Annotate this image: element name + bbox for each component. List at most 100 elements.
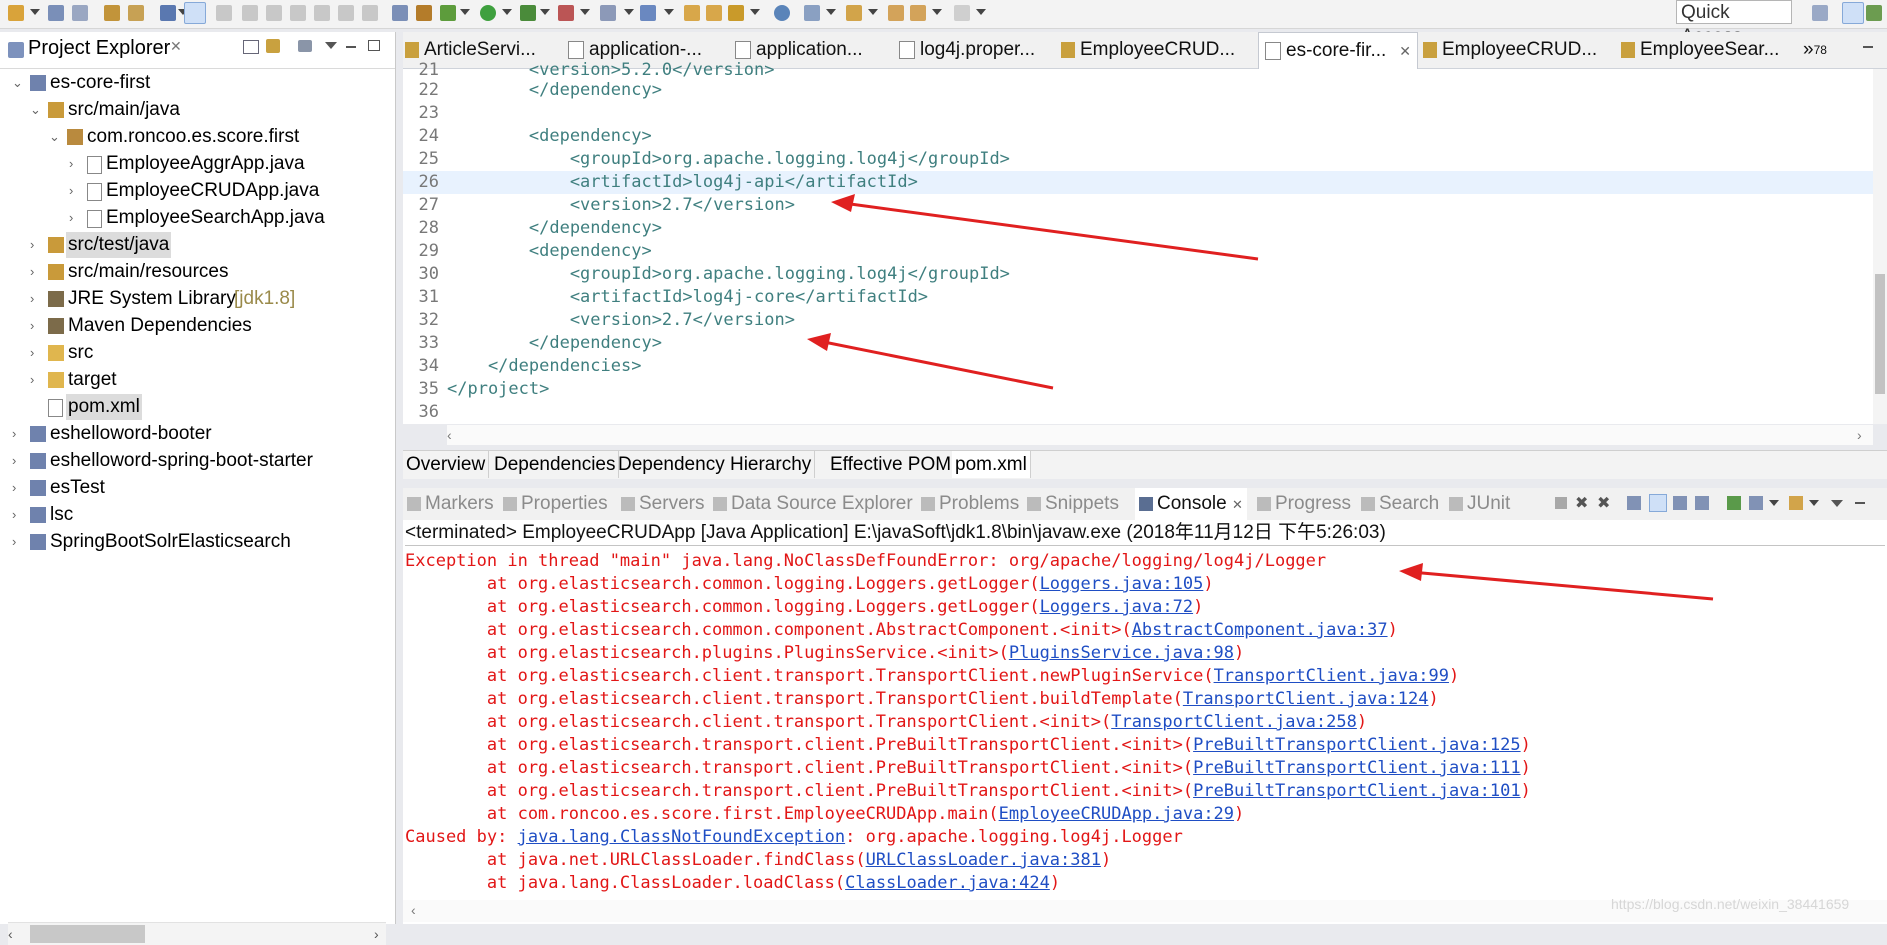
save-all-icon[interactable] bbox=[72, 5, 88, 21]
scroll-left-icon[interactable]: ‹ bbox=[8, 926, 13, 942]
focus-icon[interactable] bbox=[298, 40, 312, 52]
tab-servers[interactable]: Servers bbox=[621, 488, 704, 520]
scroll-left-icon[interactable]: ‹ bbox=[411, 902, 416, 918]
show-on-output-icon[interactable] bbox=[1695, 496, 1709, 510]
project-explorer-tab[interactable]: Project Explorer ✕ bbox=[0, 32, 395, 69]
suspend-icon[interactable] bbox=[242, 5, 258, 21]
tab-snippets[interactable]: Snippets bbox=[1027, 488, 1119, 520]
terminate-icon[interactable] bbox=[266, 5, 282, 21]
pen-dropdown-icon[interactable] bbox=[750, 9, 760, 15]
console-output[interactable]: <terminated> EmployeeCRUDApp [Java Appli… bbox=[403, 520, 1887, 924]
new-java-project-icon[interactable] bbox=[600, 5, 616, 21]
remove-launch-icon[interactable]: ✖ bbox=[1575, 493, 1588, 513]
collapse-all-icon[interactable] bbox=[243, 40, 259, 54]
external-dropdown-icon[interactable] bbox=[540, 9, 550, 15]
open-console-dropdown-icon[interactable] bbox=[1809, 500, 1819, 506]
globe-icon[interactable] bbox=[774, 5, 790, 21]
tab-markers[interactable]: Markers bbox=[407, 488, 494, 520]
scroll-thumb[interactable] bbox=[30, 925, 145, 943]
scroll-right-icon[interactable]: › bbox=[1857, 427, 1862, 443]
pom-tab-effective-pom[interactable]: Effective POM bbox=[827, 451, 956, 478]
console-icon[interactable] bbox=[160, 5, 176, 21]
next-annotation-icon[interactable] bbox=[804, 5, 820, 21]
resume-icon[interactable] bbox=[216, 5, 232, 21]
tab-progress[interactable]: Progress bbox=[1257, 488, 1351, 520]
pom-tab-dependency-hierarchy[interactable]: Dependency Hierarchy bbox=[615, 451, 816, 478]
prev-annotation-icon[interactable] bbox=[846, 5, 862, 21]
tab-data-source-explorer[interactable]: Data Source Explorer bbox=[713, 488, 913, 520]
use-step-filters-icon[interactable] bbox=[392, 5, 408, 21]
run-icon[interactable] bbox=[480, 5, 496, 21]
remove-all-icon[interactable]: ✖ bbox=[1597, 493, 1610, 513]
run-dropdown-icon[interactable] bbox=[502, 9, 512, 15]
open-file-icon[interactable] bbox=[706, 5, 722, 21]
open-type-icon[interactable] bbox=[104, 5, 120, 21]
tab-search[interactable]: Search bbox=[1361, 488, 1439, 520]
display-dropdown-icon[interactable] bbox=[1769, 500, 1779, 506]
quick-access-input[interactable]: Quick Access bbox=[1676, 0, 1792, 47]
expand-arrow-icon[interactable]: › bbox=[69, 178, 81, 204]
collapse-arrow-icon[interactable]: ⌄ bbox=[12, 70, 24, 96]
vertical-scrollbar[interactable] bbox=[1873, 69, 1887, 424]
scroll-thumb[interactable] bbox=[1875, 274, 1885, 394]
debug-dropdown-icon[interactable] bbox=[460, 9, 470, 15]
close-tab-icon[interactable]: ✕ bbox=[1232, 497, 1243, 512]
expand-arrow-icon[interactable]: › bbox=[69, 205, 81, 231]
disconnect-icon[interactable] bbox=[290, 5, 306, 21]
tab-problems[interactable]: Problems bbox=[921, 488, 1019, 520]
step-return-icon[interactable] bbox=[362, 5, 378, 21]
coverage-dropdown-icon[interactable] bbox=[580, 9, 590, 15]
expand-arrow-icon[interactable]: › bbox=[12, 448, 24, 474]
view-menu-icon[interactable] bbox=[325, 42, 337, 49]
save-icon[interactable] bbox=[48, 5, 64, 21]
open-perspective-icon[interactable] bbox=[1812, 5, 1828, 21]
step-over-icon[interactable] bbox=[338, 5, 354, 21]
run-external-icon[interactable] bbox=[520, 5, 536, 21]
java-perspective-icon[interactable] bbox=[1866, 5, 1882, 21]
new-class-icon[interactable] bbox=[640, 5, 656, 21]
scroll-right-icon[interactable]: › bbox=[374, 926, 379, 942]
expand-arrow-icon[interactable]: › bbox=[12, 529, 24, 555]
expand-arrow-icon[interactable]: › bbox=[30, 313, 42, 339]
pom-tab-overview[interactable]: Overview bbox=[403, 451, 490, 478]
back-icon[interactable] bbox=[910, 5, 926, 21]
expand-arrow-icon[interactable]: › bbox=[69, 151, 81, 177]
forward-icon[interactable] bbox=[954, 5, 970, 21]
prev-annotation-dropdown-icon[interactable] bbox=[868, 9, 878, 15]
tab-junit[interactable]: JUnit bbox=[1449, 488, 1510, 520]
expand-arrow-icon[interactable]: › bbox=[30, 286, 42, 312]
open-folder-icon[interactable] bbox=[684, 5, 700, 21]
step-into-icon[interactable] bbox=[314, 5, 330, 21]
horizontal-scrollbar[interactable]: ‹ › bbox=[447, 425, 1873, 445]
tab-console[interactable]: Console ✕ bbox=[1135, 488, 1247, 520]
coverage-icon[interactable] bbox=[558, 5, 574, 21]
open-resource-icon[interactable] bbox=[128, 5, 144, 21]
collapse-arrow-icon[interactable]: ⌄ bbox=[49, 124, 61, 150]
scroll-lock-icon[interactable] bbox=[1649, 494, 1667, 512]
word-wrap-icon[interactable] bbox=[1673, 496, 1687, 510]
display-console-icon[interactable] bbox=[1749, 496, 1763, 510]
xml-editor[interactable]: 21 <version>5.2.0</version> 22 </depende… bbox=[403, 60, 1887, 445]
expand-arrow-icon[interactable]: › bbox=[30, 367, 42, 393]
new-class-dropdown-icon[interactable] bbox=[664, 9, 674, 15]
collapse-arrow-icon[interactable]: ⌄ bbox=[30, 97, 42, 123]
last-edit-icon[interactable] bbox=[888, 5, 904, 21]
minimize-icon[interactable] bbox=[1863, 46, 1873, 48]
expand-arrow-icon[interactable]: › bbox=[12, 502, 24, 528]
tasks-icon[interactable] bbox=[416, 5, 432, 21]
view-menu-icon[interactable] bbox=[1831, 500, 1843, 507]
expand-arrow-icon[interactable]: › bbox=[30, 259, 42, 285]
tab-properties[interactable]: Properties bbox=[503, 488, 608, 520]
scroll-left-icon[interactable]: ‹ bbox=[447, 427, 452, 443]
terminate-icon[interactable] bbox=[1555, 497, 1567, 509]
expand-arrow-icon[interactable]: › bbox=[12, 475, 24, 501]
new-wizard-icon[interactable] bbox=[8, 5, 24, 21]
clear-console-icon[interactable] bbox=[1627, 496, 1641, 510]
back-dropdown-icon[interactable] bbox=[932, 9, 942, 15]
new-dropdown-icon[interactable] bbox=[30, 9, 40, 15]
close-icon[interactable]: ✕ bbox=[170, 38, 182, 55]
open-console-icon[interactable] bbox=[1789, 496, 1803, 510]
horizontal-scrollbar[interactable]: ‹ › bbox=[8, 922, 386, 945]
new-java-dropdown-icon[interactable] bbox=[624, 9, 634, 15]
minimize-icon[interactable] bbox=[1855, 502, 1865, 504]
